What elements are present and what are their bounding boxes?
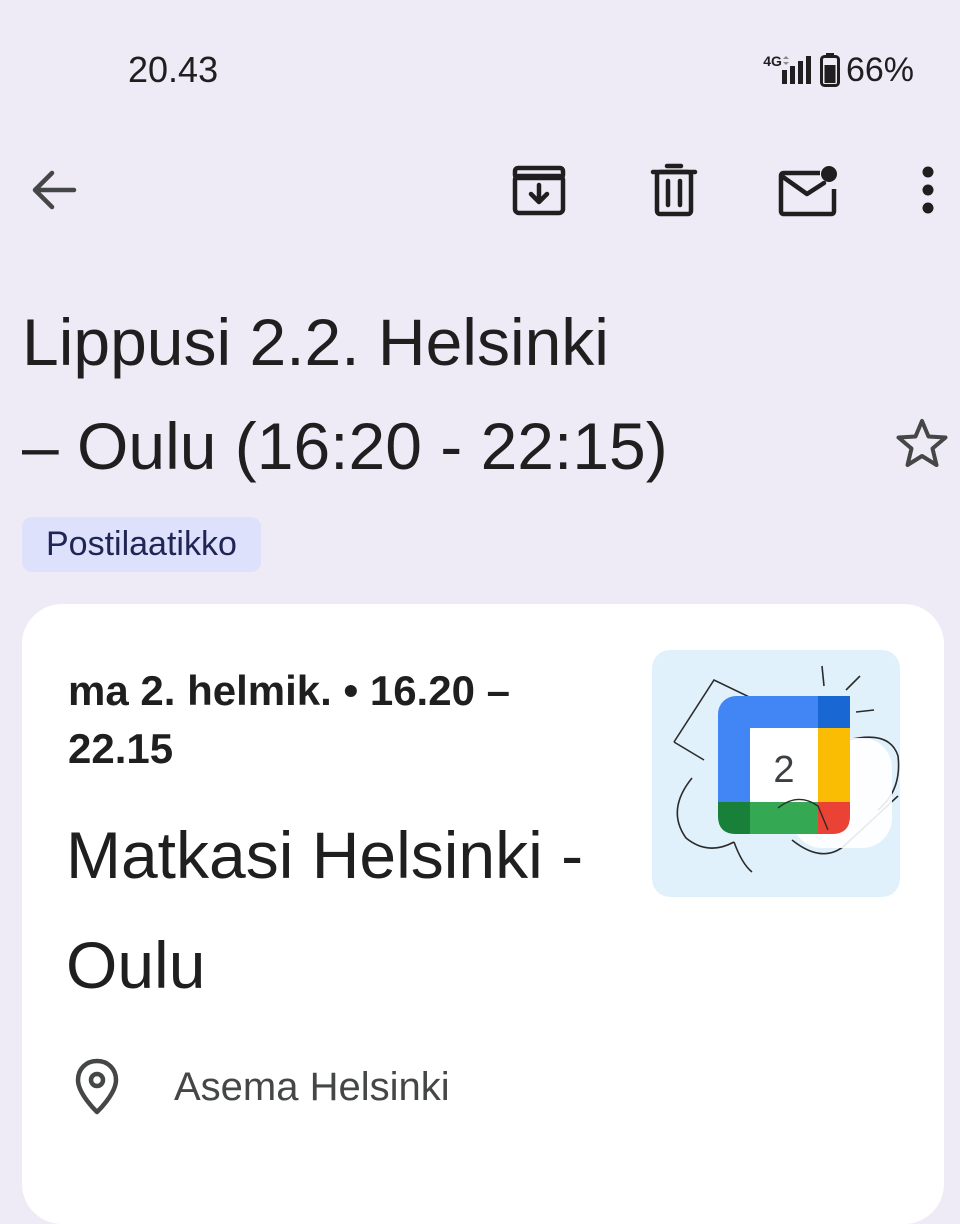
event-date-time: ma 2. helmik. • 16.20 – 22.15 — [68, 662, 628, 778]
event-title-line-1: Matkasi Helsinki - — [66, 818, 584, 892]
delete-button[interactable] — [638, 154, 710, 226]
archive-icon — [512, 165, 566, 216]
calendar-day-number: 2 — [773, 749, 794, 791]
event-date-time-line-2: 22.15 — [68, 725, 174, 772]
calendar-event-card[interactable]: ma 2. helmik. • 16.20 – 22.15 Matkasi He… — [22, 604, 944, 1224]
more-options-button[interactable] — [892, 154, 960, 226]
status-indicators: 4G 66% — [763, 46, 914, 94]
delete-icon — [650, 163, 698, 217]
more-vert-icon — [922, 166, 934, 214]
status-bar: 20.43 4G 66% — [0, 0, 960, 130]
archive-button[interactable] — [503, 154, 575, 226]
event-title-line-2: Oulu — [66, 928, 206, 1002]
signal-bars-icon — [781, 56, 811, 84]
event-date-time-line-1: ma 2. helmik. • 16.20 – — [68, 667, 510, 714]
email-subject-line-2: – Oulu (16:20 - 22:15) — [22, 409, 668, 483]
star-icon — [896, 419, 948, 467]
email-subject: Lippusi 2.2. Helsinki – Oulu (16:20 - 22… — [22, 290, 872, 498]
inbox-label-chip[interactable]: Postilaatikko — [22, 517, 261, 572]
status-time: 20.43 — [128, 49, 219, 90]
back-arrow-icon — [32, 170, 77, 210]
location-pin-icon — [75, 1058, 119, 1115]
toolbar — [0, 150, 960, 230]
event-location: Asema Helsinki — [74, 1056, 450, 1118]
mark-unread-button[interactable] — [773, 154, 845, 226]
back-button[interactable] — [18, 154, 90, 226]
signal-indicator: 4G — [763, 54, 814, 86]
event-title: Matkasi Helsinki - Oulu — [66, 800, 646, 1020]
battery-icon — [819, 53, 840, 87]
google-calendar-icon: 2 — [673, 665, 900, 873]
event-location-text: Asema Helsinki — [174, 1064, 450, 1109]
calendar-thumbnail: 2 — [652, 650, 900, 897]
star-button[interactable] — [888, 410, 956, 478]
battery-percentage: 66% — [845, 51, 914, 89]
email-subject-line-1: Lippusi 2.2. Helsinki — [22, 305, 609, 379]
mark-unread-icon — [778, 166, 837, 217]
